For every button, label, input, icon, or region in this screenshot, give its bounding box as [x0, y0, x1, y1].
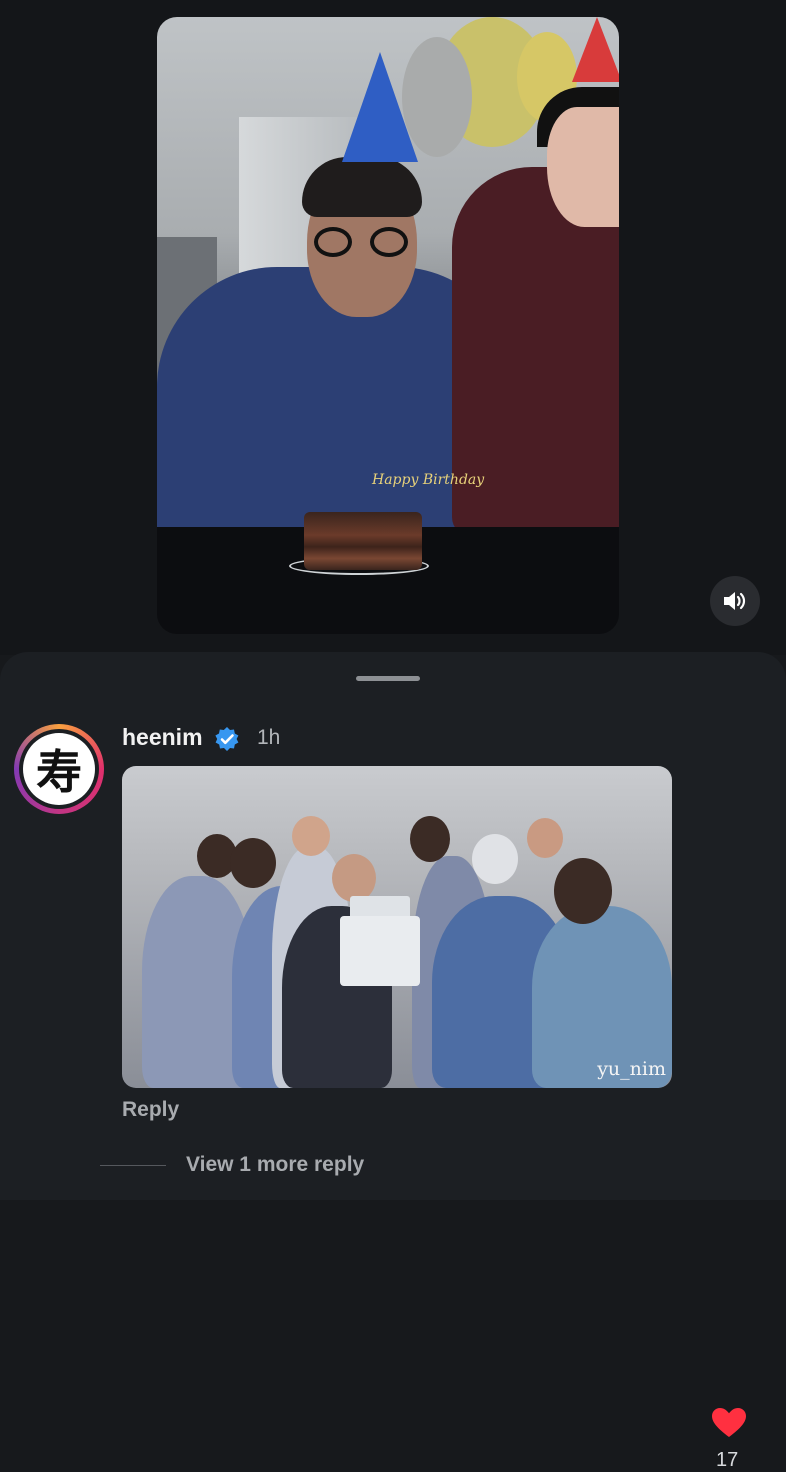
gif-scene-head: [527, 818, 563, 858]
sheet-drag-handle[interactable]: [356, 676, 420, 681]
video-scene-hair: [302, 157, 422, 217]
comments-sheet: 寿 heenim 1h yu_nim 17 Reply View 1 more …: [0, 652, 786, 1471]
gif-scene-head: [292, 816, 330, 856]
gif-scene-head: [230, 838, 276, 888]
party-hat-icon: [342, 52, 418, 162]
video-player[interactable]: Happy Birthday: [157, 17, 619, 634]
comment-timestamp: 1h: [257, 726, 281, 749]
heart-icon[interactable]: [711, 1407, 747, 1439]
view-more-replies-button[interactable]: View 1 more reply: [186, 1153, 364, 1177]
video-area: Happy Birthday: [0, 0, 786, 655]
avatar-image: 寿: [23, 733, 95, 805]
like-count: 17: [716, 1449, 739, 1471]
gif-scene-head: [410, 816, 450, 862]
reply-divider: [100, 1165, 166, 1166]
video-scene-face: [547, 107, 619, 227]
comment-gif[interactable]: yu_nim: [122, 766, 672, 1088]
glasses-icon: [314, 227, 410, 257]
reply-button[interactable]: Reply: [122, 1098, 179, 1122]
gif-watermark: yu_nim: [597, 1058, 666, 1080]
party-hat-icon: [572, 17, 619, 82]
sound-toggle-button[interactable]: [710, 576, 760, 626]
video-scene-cake: [304, 512, 422, 570]
gif-scene-head: [554, 858, 612, 924]
gif-scene-head: [472, 834, 518, 884]
cake-topper: Happy Birthday: [372, 472, 485, 488]
gif-scene-head: [332, 854, 376, 902]
verified-badge-icon: [215, 727, 239, 751]
avatar[interactable]: 寿: [14, 724, 104, 814]
gif-scene-cake: [340, 916, 420, 986]
comment-username[interactable]: heenim: [122, 724, 203, 751]
speaker-icon: [724, 592, 746, 610]
